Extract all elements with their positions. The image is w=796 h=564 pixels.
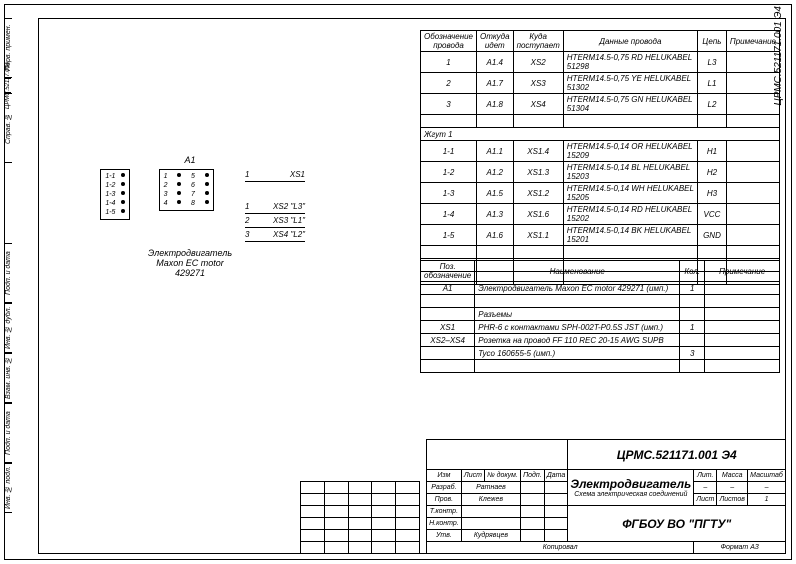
title-block: ЦРМС.521171.001 Э4 ИзмЛист№ докум.Подп.Д… <box>426 439 786 554</box>
wires-table: Обозначение провода Откуда идет Куда пос… <box>420 30 780 285</box>
wire-labels: 1 XS1 1XS2 "L3" 2XS3 "L1" 3XS4 "L2" <box>245 167 305 242</box>
table-row: 1-3A1.5XS1.2HTERM14.5-0,14 WH HELUKABEL … <box>421 183 780 204</box>
table-header-row: Обозначение провода Откуда идет Куда пос… <box>421 31 780 52</box>
table-header-row: Поз. обозначение Наименование Кол. Приме… <box>421 261 780 282</box>
revision-block <box>300 481 420 554</box>
title-org: ФГБОУ ВО "ПГТУ" <box>568 506 786 542</box>
table-row <box>421 360 780 373</box>
component-name3: 429271 <box>75 268 305 278</box>
side-inv-dubl: Инв. № дубл. <box>4 303 12 353</box>
side-drawing-ref: ЦРМС.52117.001 <box>4 78 11 93</box>
table-row: 1-2A1.2XS1.3HTERM14.5-0,14 BL HELUKABEL … <box>421 162 780 183</box>
connector-left: 1-1 1-2 1-3 1-4 1-5 <box>100 169 130 220</box>
table-row <box>421 295 780 308</box>
table-row: A1Электродвигатель Maxon EC motor 429271… <box>421 282 780 295</box>
table-row: 3A1.8XS4HTERM14.5-0,75 GN HELUKABEL 5130… <box>421 94 780 115</box>
schematic-diagram: A1 1-1 1-2 1-3 1-4 1-5 15 26 37 48 1 XS1… <box>75 155 305 278</box>
side-empty1 <box>4 163 5 243</box>
table-row <box>421 246 780 259</box>
component-ref: A1 <box>75 155 305 165</box>
side-sprav: Справ. № <box>4 93 12 163</box>
title-subtitle: Схема электрическая соединений <box>570 491 691 498</box>
left-sidebar: Перв. примен. ЦРМС.52117.001 Справ. № По… <box>4 18 38 554</box>
component-name1: Электродвигатель <box>75 248 305 258</box>
parts-table: Поз. обозначение Наименование Кол. Приме… <box>420 260 780 373</box>
table-row: XS1PHR-6 с контактами SPH-002T-P0.5S JST… <box>421 321 780 334</box>
title-name: Электродвигатель <box>570 477 691 491</box>
group-header: Жгут 1 <box>421 128 780 141</box>
table-row: 1-5A1.6XS1.1HTERM14.5-0,14 BK HELUKABEL … <box>421 225 780 246</box>
table-row: 1A1.4XS2HTERM14.5-0,75 RD HELUKABEL 5129… <box>421 52 780 73</box>
side-podp-data1: Подп. и дата <box>4 243 12 303</box>
table-row: Разъемы <box>421 308 780 321</box>
side-vzam-inv: Взам. инв. № <box>4 353 12 403</box>
table-row: 1-1A1.1XS1.4HTERM14.5-0,14 OR HELUKABEL … <box>421 141 780 162</box>
side-inv-podl: Инв. № подл. <box>4 463 12 513</box>
table-row <box>421 115 780 128</box>
title-drawing-number: ЦРМС.521171.001 Э4 <box>568 440 786 470</box>
table-row: 1-4A1.3XS1.6HTERM14.5-0,14 RD HELUKABEL … <box>421 204 780 225</box>
side-podp-data2: Подп. и дата <box>4 403 12 463</box>
table-row: XS2–XS4Розетка на провод FF 110 REC 20-1… <box>421 334 780 347</box>
connector-right: 15 26 37 48 <box>159 169 214 211</box>
table-row: Tyco 160655-5 (имп.)3 <box>421 347 780 360</box>
table-row: 2A1.7XS3HTERM14.5-0,75 YE HELUKABEL 5130… <box>421 73 780 94</box>
component-name2: Maxon EC motor <box>75 258 305 268</box>
